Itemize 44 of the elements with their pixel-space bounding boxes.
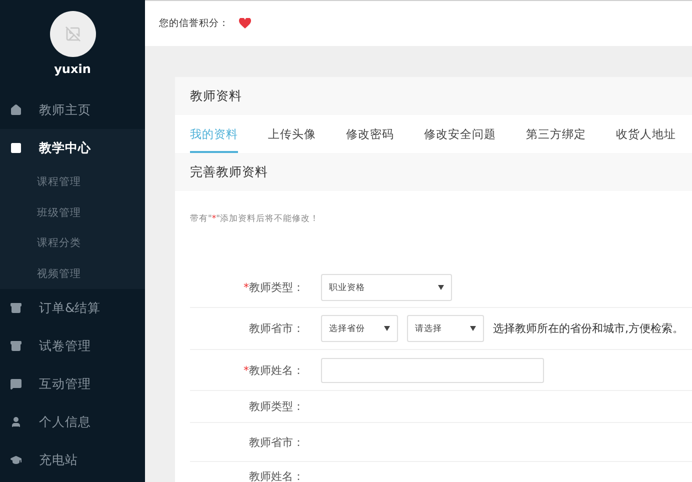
credit-label: 您的信誉积分： xyxy=(159,17,229,30)
note-text: 带有"*"添加资料后将不能修改！ xyxy=(190,214,320,224)
nav-item[interactable]: 教学中心 xyxy=(0,129,145,167)
nav-subitem[interactable]: 班级管理 xyxy=(0,198,145,228)
nav-icon xyxy=(10,104,22,116)
image-icon xyxy=(64,26,80,42)
field-label: 教师姓名： xyxy=(248,469,305,482)
nav-item[interactable]: 试卷管理 xyxy=(0,327,145,365)
nav-icon xyxy=(10,416,22,428)
tab[interactable]: 修改安全问题 xyxy=(424,115,496,153)
nav-subitem[interactable]: 课程管理 xyxy=(0,167,145,198)
field-label: *教师类型： xyxy=(242,280,305,295)
field-label: *教师姓名： xyxy=(242,362,305,378)
nav-icon xyxy=(10,142,22,154)
caret-icon xyxy=(384,326,390,331)
hint-text: 选择教师所在的省份和城市,方便检索。 xyxy=(493,321,684,336)
nav-icon xyxy=(10,454,22,466)
field-label: 教师省市： xyxy=(248,434,305,450)
field-label: 教师省市： xyxy=(248,321,305,336)
tab[interactable]: 收货人地址 xyxy=(616,115,676,153)
caret-icon xyxy=(470,326,476,331)
nav-icon xyxy=(10,302,22,314)
nav-item[interactable]: 个人信息 xyxy=(0,403,145,441)
select-field[interactable]: 请选择 xyxy=(407,315,484,342)
nav-item[interactable]: 教师主页 xyxy=(0,91,145,129)
nav-subitem[interactable]: 课程分类 xyxy=(0,228,145,258)
nav-icon xyxy=(10,378,22,390)
username: yuxin xyxy=(54,62,91,76)
card-title: 教师资料 xyxy=(190,88,242,104)
section-title: 完善教师资料 xyxy=(190,164,268,180)
nav-item[interactable]: 订单&结算 xyxy=(0,289,145,327)
tab[interactable]: 修改密码 xyxy=(346,115,394,153)
tab[interactable]: 上传头像 xyxy=(268,115,316,153)
tab[interactable]: 第三方绑定 xyxy=(526,115,586,153)
caret-icon xyxy=(438,285,444,290)
nav-item[interactable]: 互动管理 xyxy=(0,365,145,403)
heart-icon xyxy=(239,18,251,29)
select-field[interactable]: 职业资格 xyxy=(321,274,452,301)
input-field[interactable] xyxy=(321,358,544,382)
field-label: 教师类型： xyxy=(248,399,305,414)
select-field[interactable]: 选择省份 xyxy=(321,315,398,342)
nav-item[interactable]: 充电站 xyxy=(0,441,145,479)
nav-subitem[interactable]: 视频管理 xyxy=(0,258,145,289)
nav-icon xyxy=(10,340,22,352)
